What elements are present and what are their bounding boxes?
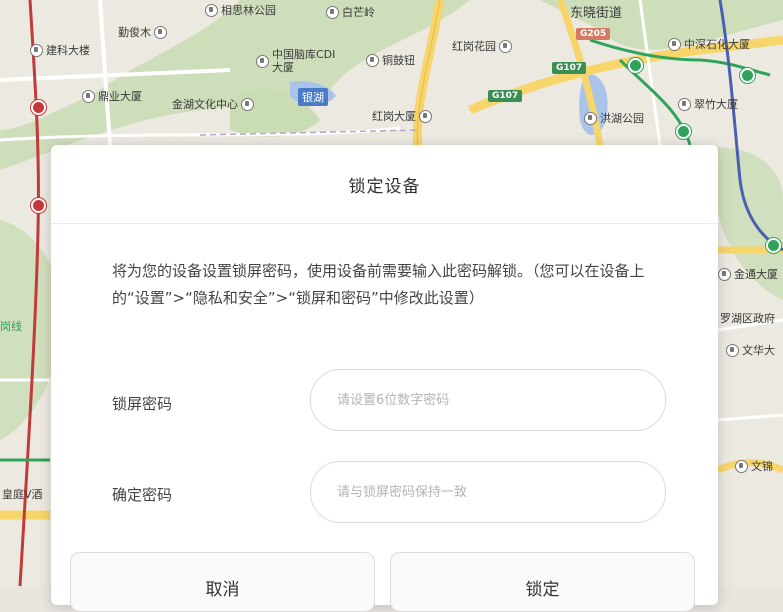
- map-poi[interactable]: 罗湖区政府: [720, 310, 775, 326]
- poi-pin-icon: [326, 5, 339, 19]
- poi-pin-icon: [30, 43, 43, 57]
- metro-station-icon[interactable]: [628, 58, 643, 73]
- poi-pin-icon: [718, 267, 731, 281]
- map-poi[interactable]: 金通大厦: [718, 266, 778, 282]
- map-poi[interactable]: 铜鼓钮: [366, 52, 415, 68]
- map-poi[interactable]: 红岗花园: [452, 38, 512, 54]
- lake-label: 银湖: [298, 88, 328, 106]
- lock-password-input[interactable]: [310, 369, 666, 431]
- poi-pin-icon: [154, 25, 167, 39]
- poi-pin-icon: [584, 111, 597, 125]
- map-poi[interactable]: 白芒岭: [326, 4, 375, 20]
- poi-pin-icon: [82, 89, 95, 103]
- road-shield: G107: [488, 90, 523, 102]
- map-poi[interactable]: 洪湖公园: [584, 110, 644, 126]
- map-poi[interactable]: 中国脑库CDI大厦: [256, 48, 376, 74]
- poi-pin-icon: [678, 97, 691, 111]
- map-poi[interactable]: 翠竹大厦: [678, 96, 738, 112]
- map-poi[interactable]: 鼎业大厦: [82, 88, 142, 104]
- poi-pin-icon: [499, 39, 512, 53]
- cancel-button[interactable]: 取消: [70, 552, 375, 612]
- map-poi[interactable]: 勤俊木: [118, 24, 167, 40]
- metro-station-icon[interactable]: [31, 100, 46, 115]
- lock-button[interactable]: 锁定: [390, 552, 695, 612]
- map-poi[interactable]: 皇庭V酒: [2, 486, 43, 502]
- metro-station-icon[interactable]: [766, 238, 781, 253]
- dialog-header: 锁定设备: [51, 145, 718, 224]
- poi-pin-icon: [735, 459, 748, 473]
- map-poi[interactable]: 文锦: [735, 458, 773, 474]
- map-poi[interactable]: 金湖文化中心: [172, 96, 254, 112]
- metro-line-label: 岗线: [0, 320, 22, 333]
- lock-device-dialog: 锁定设备 将为您的设备设置锁屏密码，使用设备前需要输入此密码解锁。（您可以在设备…: [51, 145, 718, 612]
- metro-station-icon[interactable]: [740, 68, 755, 83]
- poi-pin-icon: [726, 343, 739, 357]
- confirm-password-input[interactable]: [310, 461, 666, 523]
- map-poi[interactable]: 东晓街道: [570, 2, 622, 21]
- dialog-description: 将为您的设备设置锁屏密码，使用设备前需要输入此密码解锁。（您可以在设备上的“设置…: [112, 262, 645, 307]
- metro-station-icon[interactable]: [31, 198, 46, 213]
- poi-pin-icon: [366, 53, 379, 67]
- metro-station-icon[interactable]: [676, 124, 691, 139]
- poi-pin-icon: [256, 54, 269, 68]
- road-shield: G107: [552, 62, 587, 74]
- poi-pin-icon: [241, 97, 254, 111]
- lock-password-label: 锁屏密码: [112, 395, 173, 413]
- map-poi[interactable]: 相思林公园: [205, 2, 276, 18]
- confirm-password-label: 确定密码: [112, 486, 173, 504]
- map-poi[interactable]: 中深石化大厦: [668, 36, 750, 52]
- dialog-title: 锁定设备: [348, 176, 421, 197]
- map-poi[interactable]: 文华大: [726, 342, 775, 358]
- poi-pin-icon: [205, 3, 218, 17]
- road-shield: G205: [576, 28, 611, 40]
- poi-pin-icon: [419, 109, 432, 123]
- poi-pin-icon: [668, 37, 681, 51]
- map-poi[interactable]: 建科大楼: [30, 42, 90, 58]
- map-poi[interactable]: 红岗大厦: [372, 108, 432, 124]
